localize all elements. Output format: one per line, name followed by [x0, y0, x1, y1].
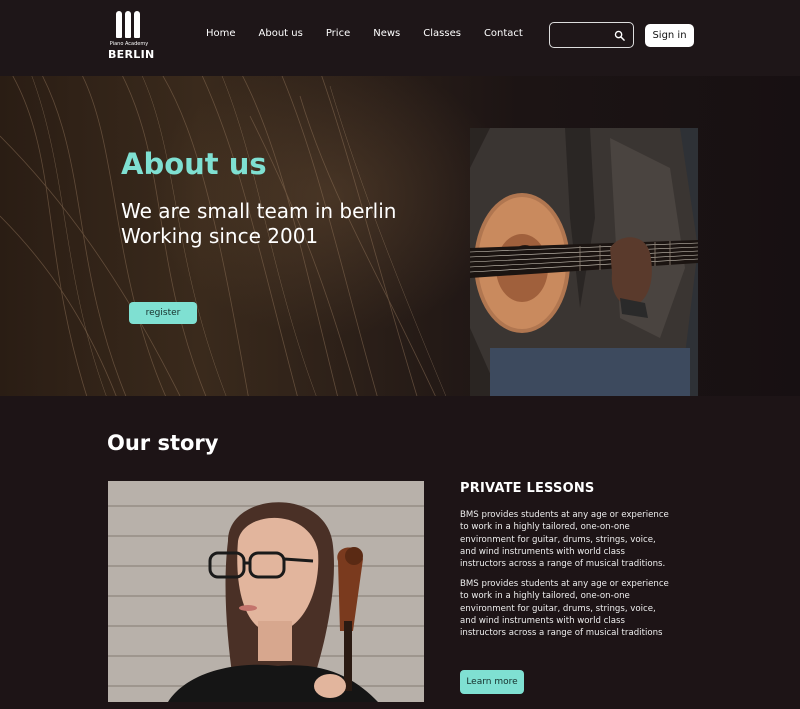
story-title: Our story	[107, 431, 219, 455]
nav-news[interactable]: News	[373, 28, 400, 42]
hero-section: About us We are small team in berlin Wor…	[0, 76, 800, 396]
lessons-paragraph-1: BMS provides students at any age or expe…	[460, 510, 669, 570]
private-lessons-title: PRIVATE LESSONS	[460, 481, 595, 496]
hero-subtitle-line2: Working since 2001	[121, 224, 319, 248]
logo[interactable]: Piano Academy BERLIN	[108, 11, 155, 63]
nav-price[interactable]: Price	[326, 28, 350, 42]
main-nav: Home About us Price News Classes Contact	[206, 28, 523, 42]
hero-subtitle-line1: We are small team in berlin	[121, 199, 397, 223]
site-header: Piano Academy BERLIN Home About us Price…	[0, 0, 800, 76]
register-button[interactable]: register	[129, 302, 197, 324]
learn-more-button[interactable]: Learn more	[460, 670, 524, 694]
nav-contact[interactable]: Contact	[484, 28, 523, 42]
piano-keys-icon	[116, 11, 140, 38]
sign-in-button[interactable]: Sign in	[645, 24, 694, 47]
logo-name: BERLIN	[108, 48, 155, 61]
nav-classes[interactable]: Classes	[423, 28, 461, 42]
guitarist-photo	[470, 128, 698, 396]
nav-home[interactable]: Home	[206, 28, 236, 42]
lessons-paragraph-2: BMS provides students at any age or expe…	[460, 579, 669, 639]
hero-subtitle: We are small team in berlin Working sinc…	[121, 199, 396, 249]
search-input[interactable]	[554, 26, 612, 44]
logo-subtitle: Piano Academy	[109, 41, 149, 47]
search-box	[549, 22, 634, 48]
search-icon[interactable]	[614, 30, 625, 41]
hero-title: About us	[121, 147, 267, 181]
nav-about-us[interactable]: About us	[259, 28, 303, 42]
violinist-photo	[108, 481, 424, 702]
